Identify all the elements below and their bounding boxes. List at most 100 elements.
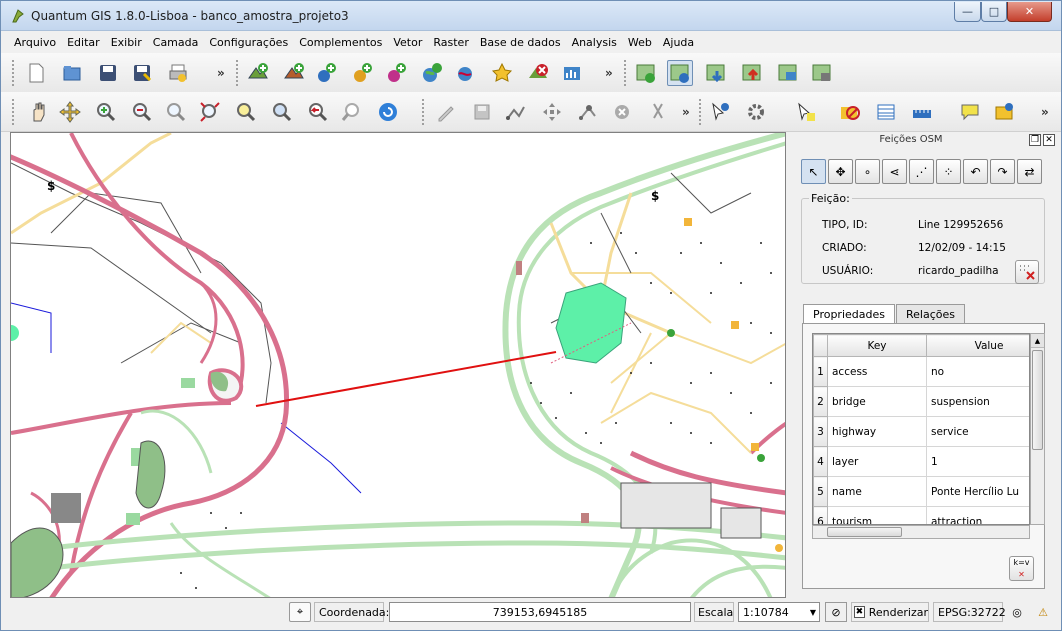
action-icon[interactable] [743, 99, 769, 125]
measure-icon[interactable] [909, 99, 935, 125]
refresh-icon[interactable] [375, 99, 401, 125]
toolbar-grip[interactable] [235, 59, 239, 87]
osm-load-icon[interactable] [633, 60, 659, 86]
delete-selected-icon[interactable] [609, 99, 635, 125]
cut-features-icon[interactable] [645, 99, 671, 125]
create-polygon-icon[interactable]: ⋰ [909, 159, 934, 184]
value-cell[interactable]: Ponte Hercílio Lu [926, 476, 1029, 507]
move-feature-icon[interactable] [539, 99, 565, 125]
zoom-next-icon[interactable] [339, 99, 365, 125]
add-raster-layer-icon[interactable] [281, 60, 307, 86]
add-mssql-layer-icon[interactable] [383, 60, 409, 86]
value-cell[interactable]: suspension [926, 386, 1029, 417]
value-cell[interactable]: service [926, 416, 1029, 447]
coordinate-field[interactable]: 739153,6945185 [389, 602, 691, 622]
toolbar-grip[interactable] [623, 59, 627, 87]
menu-exibir[interactable]: Exibir [105, 36, 147, 49]
redo-icon[interactable]: ↷ [990, 159, 1015, 184]
node-tool-icon[interactable] [575, 99, 601, 125]
float-panel-button[interactable]: ❐ [1029, 134, 1041, 146]
key-cell[interactable]: layer [827, 446, 927, 477]
table-row[interactable]: 1 access no [813, 356, 1029, 387]
minimize-button[interactable]: — [954, 2, 981, 22]
key-cell[interactable]: access [827, 356, 927, 387]
add-vector-layer-icon[interactable] [245, 60, 271, 86]
zoom-last-icon[interactable] [305, 99, 331, 125]
key-cell[interactable]: highway [827, 416, 927, 447]
menu-ajuda[interactable]: Ajuda [657, 36, 699, 49]
pan-icon[interactable] [25, 99, 51, 125]
deselect-icon[interactable] [837, 99, 863, 125]
menu-vetor[interactable]: Vetor [387, 36, 427, 49]
scale-combo[interactable]: 1:10784 ▼ [738, 602, 820, 622]
tab-propriedades[interactable]: Propriedades [803, 304, 895, 324]
key-cell[interactable]: bridge [827, 386, 927, 417]
zoom-layer-icon[interactable] [197, 99, 223, 125]
menu-base-de-dados[interactable]: Base de dados [474, 36, 566, 49]
new-project-icon[interactable] [23, 60, 49, 86]
osm-save-icon[interactable] [809, 60, 835, 86]
toolbar-overflow-chevron[interactable]: » [682, 105, 690, 119]
osm-upload-icon[interactable] [739, 60, 765, 86]
crs-status[interactable]: EPSG:32722 [933, 602, 1006, 622]
table-row[interactable]: 3 highway service [813, 416, 1029, 447]
osm-download-icon[interactable] [703, 60, 729, 86]
create-point-icon[interactable]: ∘ [855, 159, 880, 184]
undo-icon[interactable]: ↶ [963, 159, 988, 184]
identify-feature-icon[interactable]: ↖ [801, 159, 826, 184]
zoom-native-icon[interactable] [269, 99, 295, 125]
toolbar-overflow-chevron[interactable]: » [217, 66, 225, 80]
add-postgis-layer-icon[interactable] [313, 60, 339, 86]
table-vertical-scrollbar[interactable]: ▲ [1030, 333, 1045, 525]
toolbar-grip[interactable] [698, 98, 702, 126]
maximize-button[interactable]: □ [981, 2, 1007, 22]
warning-icon[interactable]: ⚠ [1032, 602, 1054, 622]
save-edits-icon[interactable] [469, 99, 495, 125]
render-checkbox[interactable]: ✖ [854, 606, 865, 618]
scroll-thumb[interactable] [1032, 350, 1043, 450]
remove-layer-icon[interactable] [525, 60, 551, 86]
menu-editar[interactable]: Editar [61, 36, 105, 49]
tab-relacoes[interactable]: Relações [895, 304, 965, 324]
print-composer-icon[interactable] [165, 60, 191, 86]
toolbar-grip[interactable] [421, 98, 425, 126]
select-icon[interactable] [793, 99, 819, 125]
new-bookmark-icon[interactable] [991, 99, 1017, 125]
add-spatialite-layer-icon[interactable] [349, 60, 375, 86]
map-layers[interactable]: $ $ [11, 133, 786, 598]
value-cell[interactable]: 1 [926, 446, 1029, 477]
menu-web[interactable]: Web [622, 36, 657, 49]
table-row[interactable]: 4 layer 1 [813, 446, 1029, 477]
stop-render-icon[interactable]: ⊘ [825, 602, 847, 622]
value-cell[interactable]: no [926, 356, 1029, 387]
create-relation-icon[interactable]: ⁘ [936, 159, 961, 184]
table-row[interactable]: 2 bridge suspension [813, 386, 1029, 417]
render-toggle[interactable]: ✖ Renderizar [851, 602, 929, 622]
identify-icon[interactable] [707, 99, 733, 125]
osm-feature-info-icon[interactable] [667, 60, 693, 86]
menu-arquivo[interactable]: Arquivo [8, 36, 61, 49]
map-tips-icon[interactable] [957, 99, 983, 125]
attribute-table-icon[interactable] [873, 99, 899, 125]
pan-to-selection-icon[interactable] [57, 99, 83, 125]
toggle-editing-icon[interactable] [433, 99, 459, 125]
menu-camada[interactable]: Camada [147, 36, 204, 49]
zoom-out-icon[interactable] [129, 99, 155, 125]
table-row[interactable]: 6 tourism attraction [813, 506, 1029, 524]
map-canvas[interactable]: $ $ [10, 132, 786, 598]
toolbar-overflow-chevron[interactable]: » [605, 66, 613, 80]
zoom-in-icon[interactable] [93, 99, 119, 125]
add-wcs-layer-icon[interactable] [453, 60, 479, 86]
menu-raster[interactable]: Raster [427, 36, 473, 49]
menu-configuracoes[interactable]: Configurações [203, 36, 293, 49]
scroll-up-icon[interactable]: ▲ [1031, 334, 1044, 348]
key-column-header[interactable]: Key [827, 334, 927, 357]
history-icon[interactable]: ⇄ [1017, 159, 1042, 184]
add-wfs-layer-icon[interactable] [559, 60, 585, 86]
save-as-icon[interactable] [129, 60, 155, 86]
menu-complementos[interactable]: Complementos [293, 36, 387, 49]
coordinate-toggle-icon[interactable]: ⌖ [289, 602, 311, 622]
value-column-header[interactable]: Value [926, 334, 1029, 357]
save-project-icon[interactable] [95, 60, 121, 86]
open-project-icon[interactable] [59, 60, 85, 86]
